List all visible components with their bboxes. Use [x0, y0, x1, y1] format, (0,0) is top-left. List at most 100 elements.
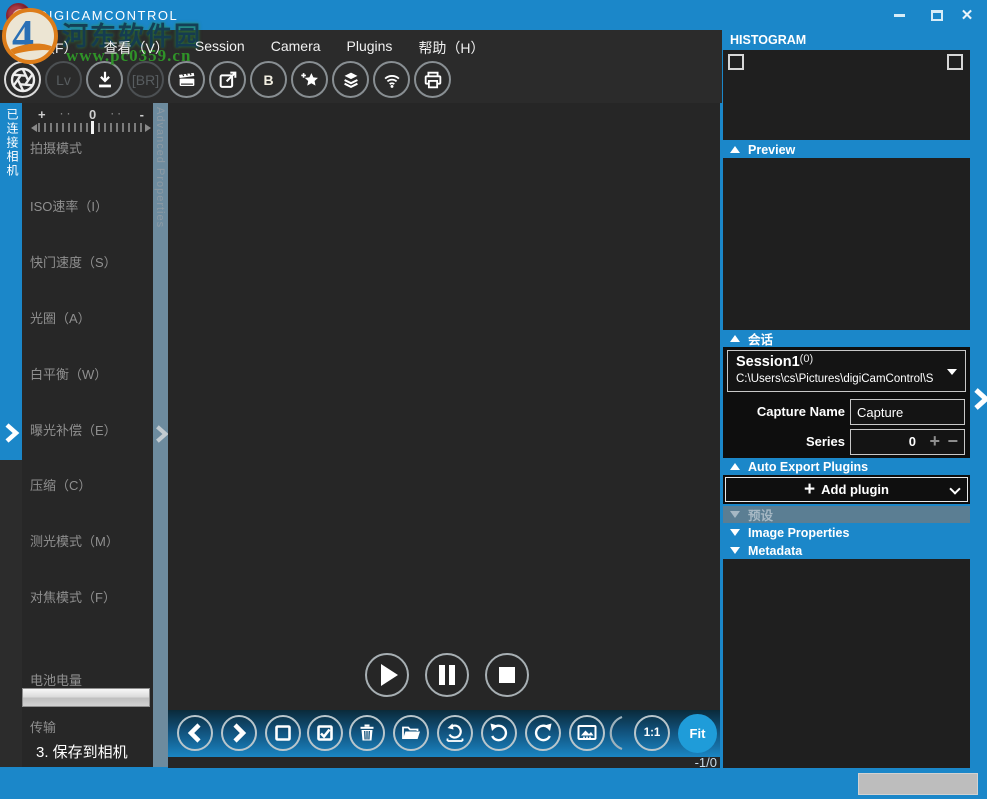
field-shooting-mode: 拍摄模式 — [30, 138, 82, 157]
zoom-fit-button[interactable]: Fit — [678, 714, 717, 753]
auto-export-title: Auto Export Plugins — [748, 460, 868, 474]
auto-export-body: + Add plugin — [723, 475, 970, 504]
series-increment-button[interactable]: + — [929, 431, 940, 452]
menu-view[interactable]: 查看（V） — [91, 36, 182, 60]
menu-plugins[interactable]: Plugins — [334, 36, 406, 60]
session-header[interactable]: 会话 — [723, 330, 970, 347]
histogram-right-checkbox[interactable] — [947, 54, 963, 70]
preview-body — [723, 158, 970, 330]
wifi-button[interactable] — [373, 61, 410, 98]
deselect-button[interactable] — [265, 715, 301, 751]
bulb-button[interactable]: B — [250, 61, 287, 98]
transfer-mode-value[interactable]: 3. 保存到相机 — [36, 741, 128, 762]
main-viewport: 1:1 Fit -1/0 — [168, 103, 720, 770]
clapperboard-icon — [176, 69, 198, 91]
rotate-left-button[interactable] — [481, 715, 517, 751]
previous-image-button[interactable] — [177, 715, 213, 751]
chevron-down-icon — [947, 369, 957, 375]
trash-icon — [355, 721, 379, 745]
empty-checkbox-icon — [271, 721, 295, 745]
field-aperture: 光圈（A） — [30, 308, 91, 327]
battery-level-bar — [22, 688, 150, 707]
session-count: (0) — [800, 353, 813, 365]
left-edge-strip — [0, 460, 22, 767]
menu-session[interactable]: Session — [182, 36, 258, 60]
rotate-ccw-icon — [487, 721, 511, 745]
transfer-button[interactable] — [86, 61, 123, 98]
advanced-properties-tab[interactable]: Advanced Properties — [153, 103, 168, 767]
timelapse-button[interactable] — [168, 61, 205, 98]
histogram-header[interactable]: HISTOGRAM — [723, 30, 970, 50]
liveview-label: Lv — [56, 72, 71, 88]
capture-name-input[interactable] — [850, 399, 965, 425]
layers-button[interactable] — [332, 61, 369, 98]
histogram-title: HISTOGRAM — [730, 33, 806, 47]
chevron-left-icon — [184, 721, 206, 745]
checked-checkbox-icon — [313, 721, 337, 745]
exposure-ruler[interactable] — [38, 123, 144, 132]
pause-button[interactable] — [425, 653, 469, 697]
menu-camera[interactable]: Camera — [258, 36, 334, 60]
bulb-label: B — [263, 72, 273, 88]
close-button[interactable]: ✕ — [956, 6, 978, 24]
series-input[interactable]: 0 + − — [850, 429, 965, 455]
preview-header[interactable]: Preview — [723, 141, 970, 158]
field-compression: 压缩（C） — [30, 475, 91, 494]
camera-settings-panel: + ·· 0 ·· - 拍摄模式 ISO速率（I） 快门速度（S） 光圈（A） … — [22, 103, 153, 767]
status-bar — [0, 768, 987, 799]
expand-left-panel-icon[interactable] — [1, 421, 21, 445]
auto-export-header[interactable]: Auto Export Plugins — [723, 458, 970, 475]
right-panel: HISTOGRAM Preview 会话 Session1(0) C:\User… — [723, 30, 970, 768]
stop-button[interactable] — [485, 653, 529, 697]
zoom-100-button[interactable]: 1:1 — [634, 715, 670, 751]
layers-icon — [340, 69, 362, 91]
add-plugin-button[interactable]: + Add plugin — [725, 477, 968, 502]
minimize-button[interactable] — [888, 6, 910, 24]
field-iso: ISO速率（I） — [30, 196, 108, 215]
histogram-left-checkbox[interactable] — [728, 54, 744, 70]
maximize-button[interactable] — [926, 6, 948, 24]
field-exposure-comp: 曝光补偿（E） — [30, 420, 117, 439]
image-view-button[interactable] — [569, 715, 605, 751]
open-folder-button[interactable] — [393, 715, 429, 751]
expand-right-panel-icon[interactable] — [970, 385, 987, 413]
liveview-button[interactable]: Lv — [45, 61, 82, 98]
series-decrement-button[interactable]: − — [947, 431, 958, 452]
collapse-up-icon — [730, 463, 740, 470]
rotate-cw-icon — [531, 721, 555, 745]
menu-bar: 文件（F） 查看（V） Session Camera Plugins 帮助（H） — [0, 36, 498, 60]
capture-button[interactable] — [4, 61, 41, 98]
collapse-up-icon — [730, 146, 740, 153]
menu-help[interactable]: 帮助（H） — [405, 36, 497, 60]
select-button[interactable] — [307, 715, 343, 751]
favorite-button[interactable] — [291, 61, 328, 98]
session-selector[interactable]: Session1(0) C:\Users\cs\Pictures\digiCam… — [727, 350, 966, 392]
external-edit-button[interactable] — [209, 61, 246, 98]
bracketing-label: [BR] — [132, 72, 159, 88]
restore-import-button[interactable] — [437, 715, 473, 751]
bracketing-button[interactable]: [BR] — [127, 61, 164, 98]
rotate-right-button[interactable] — [525, 715, 561, 751]
next-image-button[interactable] — [221, 715, 257, 751]
battery-label: 电池电量 — [30, 670, 82, 689]
connected-camera-tab[interactable]: 已连接相机 — [0, 103, 22, 460]
exposure-compensation-slider[interactable]: + ·· 0 ·· - — [38, 107, 144, 132]
delete-button[interactable] — [349, 715, 385, 751]
title-bar: ★ DIGICAMCONTROL ✕ — [0, 0, 987, 30]
print-button[interactable] — [414, 61, 451, 98]
menu-file[interactable]: 文件（F） — [0, 36, 91, 60]
import-tray-icon — [443, 721, 467, 745]
open-folder-icon — [399, 721, 423, 745]
presets-header[interactable]: 预设 — [723, 506, 970, 523]
metadata-header[interactable]: Metadata — [723, 542, 970, 559]
window-title: DIGICAMCONTROL — [38, 8, 178, 23]
status-progress-bar — [858, 773, 978, 795]
series-value: 0 — [909, 434, 916, 449]
play-button[interactable] — [365, 653, 409, 697]
download-icon — [94, 69, 116, 91]
exposure-zero-label: 0 — [89, 107, 96, 122]
plus-icon: + — [804, 481, 815, 499]
app-window: ★ DIGICAMCONTROL ✕ 文件（F） 查看（V） Session C… — [0, 0, 987, 799]
expand-down-icon — [730, 511, 740, 518]
image-properties-header[interactable]: Image Properties — [723, 524, 970, 541]
